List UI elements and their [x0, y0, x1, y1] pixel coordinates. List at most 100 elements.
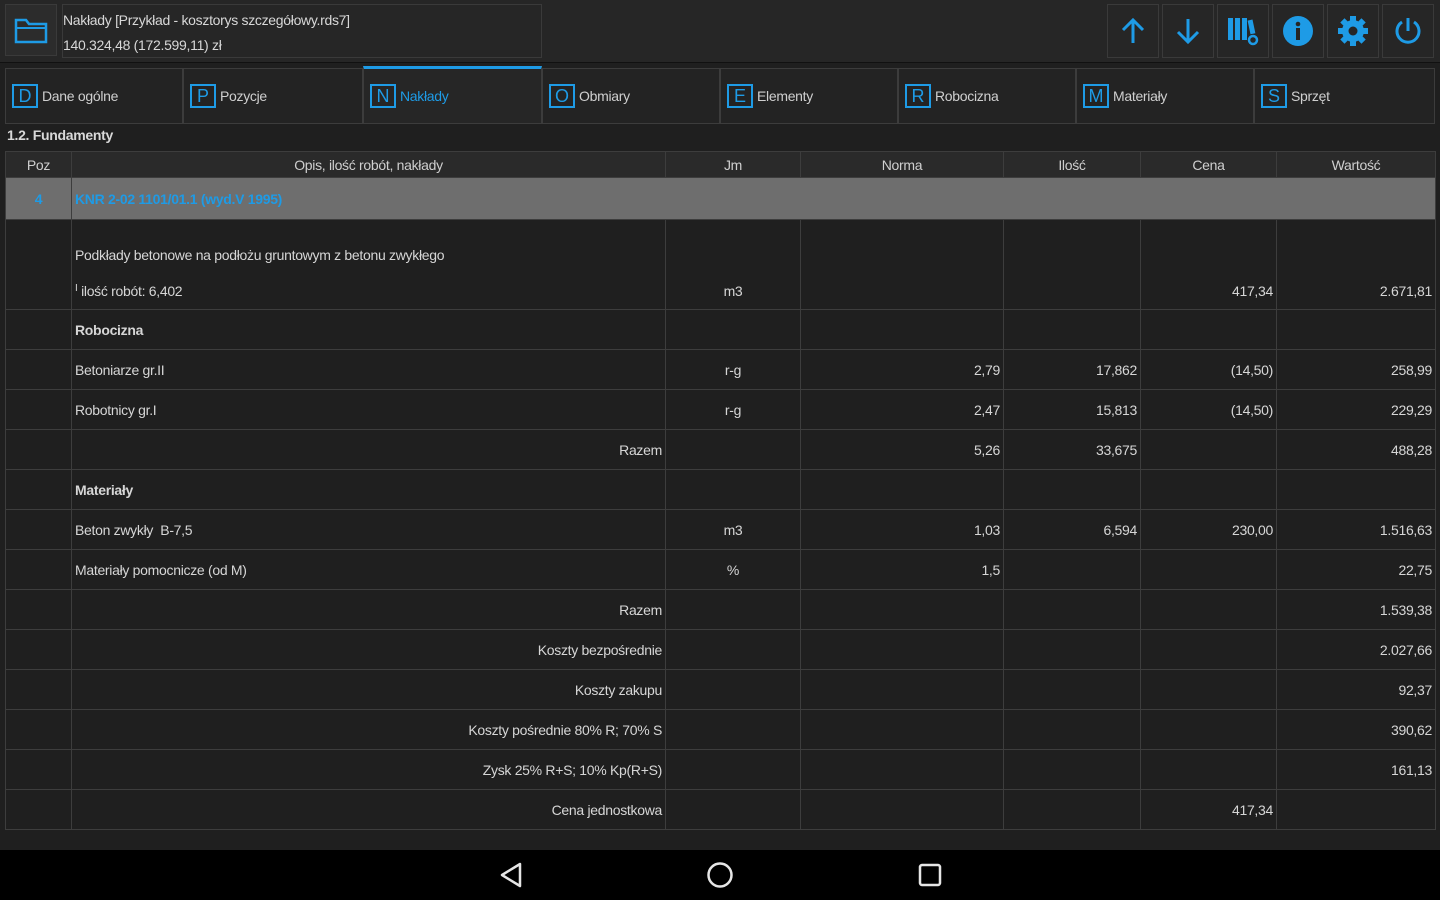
tab-letter: M	[1083, 84, 1109, 108]
table-row[interactable]: Beton zwykły B-7,5 m3 1,03 6,594 230,00 …	[5, 509, 1436, 550]
cell-norma: 2,47	[800, 389, 1004, 430]
tab-label: Dane ogólne	[42, 88, 119, 104]
column-header-norma[interactable]: Norma	[800, 151, 1004, 178]
tab-label: Materiały	[1113, 88, 1168, 104]
cell-opis: Beton zwykły B-7,5	[71, 509, 666, 550]
tab-dane-ogolne[interactable]: D Dane ogólne	[5, 68, 183, 124]
tab-letter: S	[1261, 84, 1287, 108]
cell-opis: Razem	[71, 589, 666, 630]
gear-icon	[1338, 16, 1368, 46]
tab-naklady[interactable]: N Nakłady	[363, 66, 542, 124]
position-description: Podkłady betonowe na podłożu gruntowym z…	[71, 219, 666, 310]
position-number: 4	[5, 177, 72, 220]
column-header-wartosc[interactable]: Wartość	[1276, 151, 1436, 178]
cell-opis: Koszty pośrednie 80% R; 70% S	[71, 709, 666, 750]
cell-opis: Cena jednostkowa	[71, 789, 666, 830]
tab-bar: D Dane ogólne P Pozycje N Nakłady O Obmi…	[5, 66, 1435, 124]
table-row[interactable]: Materiały pomocnicze (od M) % 1,5 22,75	[5, 549, 1436, 590]
group-row-materials[interactable]: Materiały	[5, 469, 1436, 510]
cell-wartosc: 1.539,38	[1276, 589, 1436, 630]
tab-obmiary[interactable]: O Obmiary	[542, 68, 720, 124]
cell-opis: Razem	[71, 429, 666, 470]
cell-norma: 1,5	[800, 549, 1004, 590]
cell-wartosc: 22,75	[1276, 549, 1436, 590]
column-header-jm[interactable]: Jm	[665, 151, 801, 178]
cell-jm: m3	[665, 219, 801, 310]
tab-pozycje[interactable]: P Pozycje	[183, 68, 363, 124]
home-circle-icon	[707, 862, 733, 888]
cell-ilosc: 17,862	[1003, 349, 1141, 390]
library-settings-button[interactable]	[1217, 4, 1269, 58]
power-icon	[1395, 18, 1421, 44]
column-header-opis[interactable]: Opis, ilość robót, nakłady	[71, 151, 666, 178]
table-row[interactable]: Betoniarze gr.II r-g 2,79 17,862 (14,50)…	[5, 349, 1436, 390]
cell-opis: Koszty bezpośrednie	[71, 629, 666, 670]
tab-letter: N	[370, 84, 396, 108]
summary-row[interactable]: Koszty pośrednie 80% R; 70% S 390,62	[5, 709, 1436, 750]
summary-row[interactable]: Koszty zakupu 92,37	[5, 669, 1436, 710]
tab-label: Obmiary	[579, 88, 630, 104]
cell-wartosc: 2.671,81	[1276, 219, 1436, 310]
document-total: 140.324,48 (172.599,11) zł	[63, 37, 222, 53]
tab-elementy[interactable]: E Elementy	[720, 68, 898, 124]
cell-jm: m3	[665, 509, 801, 550]
cell-cena	[1140, 669, 1277, 710]
tab-sprzet[interactable]: S Sprzęt	[1254, 68, 1435, 124]
tab-robocizna[interactable]: R Robocizna	[898, 68, 1076, 124]
recents-square-icon	[918, 863, 942, 887]
cell-jm: r-g	[665, 349, 801, 390]
tab-label: Elementy	[757, 88, 813, 104]
column-header-ilosc[interactable]: Ilość	[1003, 151, 1141, 178]
position-row[interactable]: 4 KNR 2-02 1101/01.1 (wyd.V 1995)	[5, 177, 1436, 220]
cell-wartosc: 390,62	[1276, 709, 1436, 750]
description-mark: I	[75, 283, 78, 294]
cell-wartosc	[1276, 789, 1436, 830]
column-header-poz[interactable]: Poz	[5, 151, 72, 178]
settings-button[interactable]	[1327, 4, 1379, 58]
cell-opis: Materiały pomocnicze (od M)	[71, 549, 666, 590]
summary-row[interactable]: Cena jednostkowa 417,34	[5, 789, 1436, 830]
cell-jm: %	[665, 549, 801, 590]
cell-norma: 5,26	[800, 429, 1004, 470]
cell-wartosc: 2.027,66	[1276, 629, 1436, 670]
cell-cena: (14,50)	[1140, 349, 1277, 390]
nav-back-button[interactable]	[496, 860, 526, 890]
cost-table: Poz Opis, ilość robót, nakłady Jm Norma …	[5, 151, 1436, 830]
cell-norma: 1,03	[800, 509, 1004, 550]
group-label-materials: Materiały	[71, 469, 666, 510]
column-header-cena[interactable]: Cena	[1140, 151, 1277, 178]
cell-wartosc: 161,13	[1276, 749, 1436, 790]
cell-cena: 417,34	[1140, 219, 1277, 310]
cell-norma: 2,79	[800, 349, 1004, 390]
open-file-button[interactable]	[5, 4, 57, 56]
table-row[interactable]: Robotnicy gr.I r-g 2,47 15,813 (14,50) 2…	[5, 389, 1436, 430]
description-row[interactable]: Podkłady betonowe na podłożu gruntowym z…	[5, 219, 1436, 310]
summary-row[interactable]: Zysk 25% R+S; 10% Kp(R+S) 161,13	[5, 749, 1436, 790]
group-row-labor[interactable]: Robocizna	[5, 309, 1436, 350]
back-triangle-icon	[500, 862, 522, 888]
cell-cena	[1140, 749, 1277, 790]
subtotal-row-labor[interactable]: Razem 5,26 33,675 488,28	[5, 429, 1436, 470]
tab-letter: E	[727, 84, 753, 108]
cell-cena	[1140, 709, 1277, 750]
cell-wartosc: 488,28	[1276, 429, 1436, 470]
summary-row[interactable]: Koszty bezpośrednie 2.027,66	[5, 629, 1436, 670]
move-down-button[interactable]	[1162, 4, 1214, 58]
cell-cena	[1140, 629, 1277, 670]
tab-label: Nakłady	[400, 88, 449, 104]
tab-materialy[interactable]: M Materiały	[1076, 68, 1254, 124]
cell-jm: r-g	[665, 389, 801, 430]
cell-cena: 230,00	[1140, 509, 1277, 550]
cell-ilosc: 6,594	[1003, 509, 1141, 550]
group-label-labor: Robocizna	[71, 309, 666, 350]
subtotal-row-materials[interactable]: Razem 1.539,38	[5, 589, 1436, 630]
move-up-button[interactable]	[1107, 4, 1159, 58]
cell-wartosc: 258,99	[1276, 349, 1436, 390]
cell-cena	[1140, 549, 1277, 590]
nav-home-button[interactable]	[705, 860, 735, 890]
exit-button[interactable]	[1382, 4, 1434, 58]
cell-opis: Betoniarze gr.II	[71, 349, 666, 390]
nav-recents-button[interactable]	[915, 860, 945, 890]
info-button[interactable]	[1272, 4, 1324, 58]
cell-cena: (14,50)	[1140, 389, 1277, 430]
